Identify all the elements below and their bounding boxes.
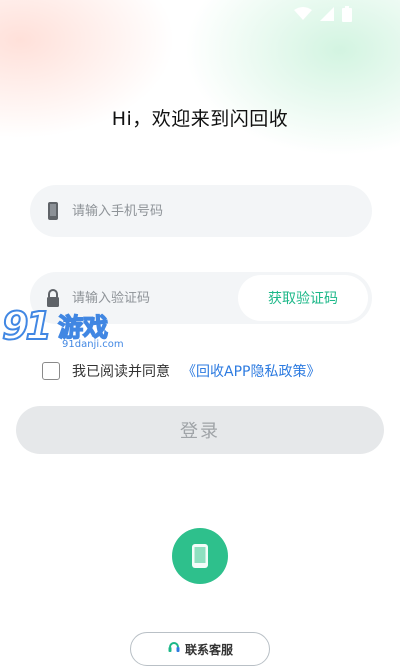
customer-service-icon xyxy=(168,642,180,652)
agreement-row: 我已阅读并同意 《回收APP隐私政策》 xyxy=(42,360,320,382)
phone-field xyxy=(30,185,372,237)
phone-icon xyxy=(48,202,58,220)
watermark-number: 91 xyxy=(1,303,53,349)
status-bar xyxy=(294,6,352,22)
watermark-url: 91danji.com xyxy=(62,339,124,350)
phone-login-button[interactable] xyxy=(172,528,228,584)
watermark-logo: 91 游戏 91danji.com xyxy=(1,303,142,356)
phone-input[interactable] xyxy=(72,185,252,237)
login-button[interactable]: 登录 xyxy=(16,406,384,454)
contact-service-label: 联系客服 xyxy=(184,643,233,657)
wifi-icon xyxy=(294,7,312,20)
agreement-text: 我已阅读并同意 xyxy=(72,364,170,380)
signal-icon xyxy=(320,7,334,21)
background-gradient xyxy=(0,0,400,200)
battery-icon xyxy=(342,6,352,22)
privacy-policy-link[interactable]: 《回收APP隐私政策》 xyxy=(182,361,320,381)
phone-icon xyxy=(192,544,208,568)
page-title: Hi，欢迎来到闪回收 xyxy=(111,108,289,130)
agreement-checkbox[interactable] xyxy=(42,362,60,380)
get-code-button[interactable]: 获取验证码 xyxy=(238,275,368,321)
